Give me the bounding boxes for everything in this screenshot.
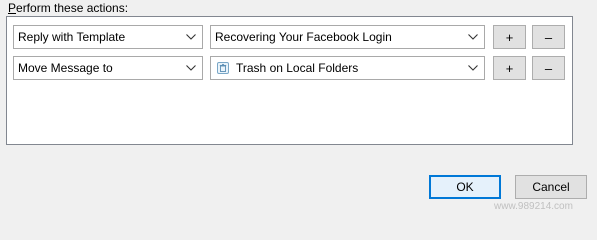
folder-picker-dropdown[interactable]: Trash on Local Folders bbox=[210, 56, 485, 80]
add-action-button[interactable]: + bbox=[493, 25, 526, 49]
remove-action-button[interactable]: – bbox=[532, 25, 565, 49]
action-row: Reply with Template Recovering Your Face… bbox=[13, 25, 568, 49]
label-mnemonic: P bbox=[8, 1, 17, 15]
chevron-down-icon bbox=[465, 57, 481, 79]
chevron-down-icon bbox=[183, 57, 199, 79]
action-target-dropdown[interactable]: Recovering Your Facebook Login bbox=[210, 25, 485, 49]
folder-picker-value: Trash on Local Folders bbox=[236, 61, 359, 75]
remove-action-button[interactable]: – bbox=[532, 56, 565, 80]
action-type-dropdown[interactable]: Reply with Template bbox=[13, 25, 203, 49]
ok-button[interactable]: OK bbox=[429, 175, 501, 199]
perform-actions-label: Perform these actions: bbox=[8, 1, 128, 15]
action-type-value: Move Message to bbox=[18, 61, 113, 75]
action-type-value: Reply with Template bbox=[18, 30, 126, 44]
trash-folder-icon bbox=[215, 60, 231, 76]
action-row: Move Message to Trash on Local Folders +… bbox=[13, 56, 568, 80]
action-target-value: Recovering Your Facebook Login bbox=[215, 30, 392, 44]
watermark-text: www.989214.com bbox=[494, 201, 573, 212]
cancel-button[interactable]: Cancel bbox=[515, 175, 587, 199]
filter-actions-dialog: Perform these actions: Reply with Templa… bbox=[0, 0, 597, 214]
action-type-dropdown[interactable]: Move Message to bbox=[13, 56, 203, 80]
label-text: erform these actions: bbox=[16, 1, 129, 15]
chevron-down-icon bbox=[465, 26, 481, 48]
chevron-down-icon bbox=[183, 26, 199, 48]
add-action-button[interactable]: + bbox=[493, 56, 526, 80]
actions-list: Reply with Template Recovering Your Face… bbox=[6, 16, 573, 145]
